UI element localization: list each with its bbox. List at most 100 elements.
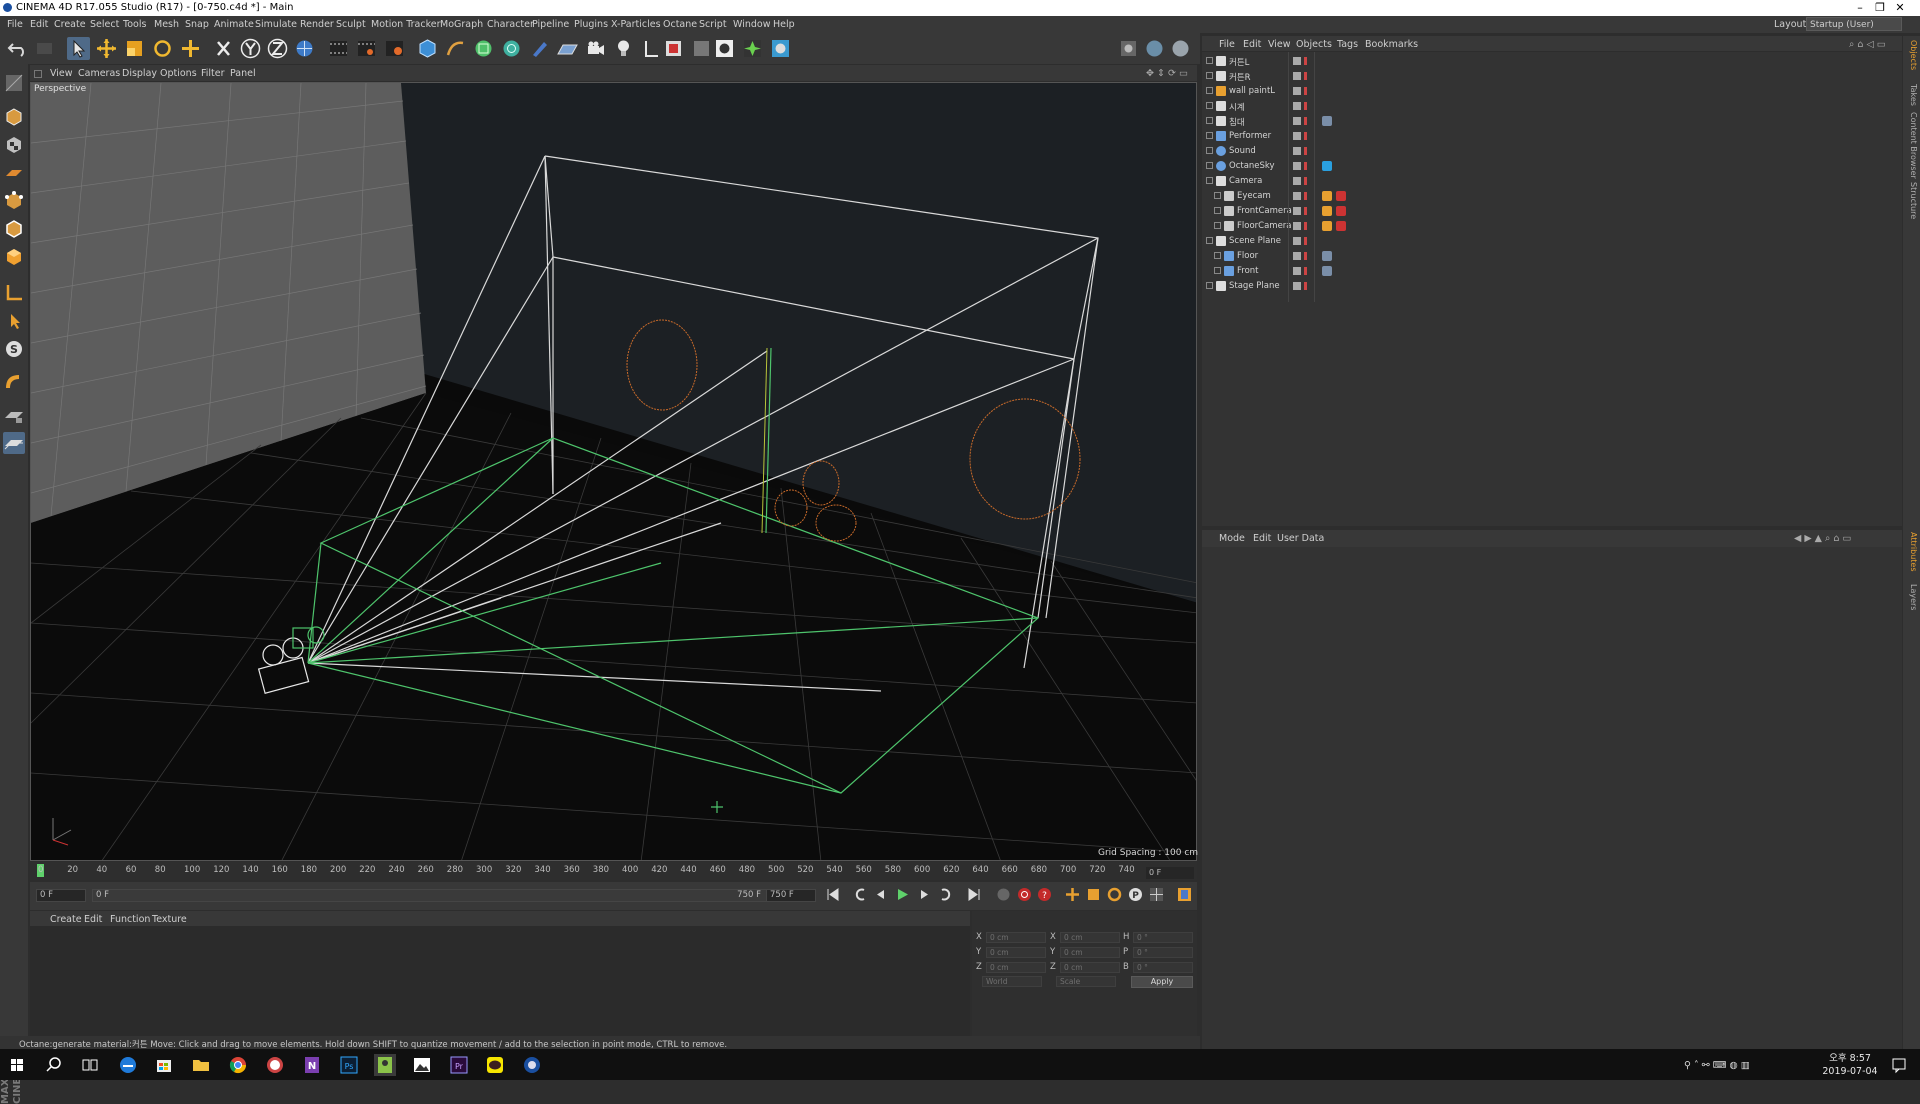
expand-toggle-icon[interactable] (1206, 57, 1213, 64)
visibility-dots-icon[interactable] (1304, 222, 1307, 230)
menu-x-particles[interactable]: X-Particles (611, 19, 661, 30)
object-row[interactable]: Camera (1202, 175, 1582, 188)
layer-toggle-icon[interactable] (1293, 162, 1301, 170)
om-menu-objects[interactable]: Objects (1296, 39, 1332, 50)
menu-octane[interactable]: Octane (663, 19, 697, 30)
key-position-icon[interactable] (1064, 886, 1081, 903)
workplane-mode-icon[interactable] (3, 162, 25, 184)
camera-icon[interactable] (584, 37, 607, 60)
expand-toggle-icon[interactable] (1206, 162, 1213, 169)
photos-icon[interactable] (411, 1054, 433, 1076)
tab-objects[interactable]: Objects (1905, 40, 1918, 70)
om-menu-file[interactable]: File (1219, 39, 1235, 50)
pos-x-field[interactable]: 0 cm (986, 932, 1046, 943)
expand-toggle-icon[interactable] (1206, 282, 1213, 289)
layer-toggle-icon[interactable] (1293, 237, 1301, 245)
visibility-dots-icon[interactable] (1304, 237, 1307, 245)
frame-range-slider[interactable]: 0 F 750 F (92, 889, 782, 902)
menu-pipeline[interactable]: Pipeline (532, 19, 569, 30)
photoshop-icon[interactable]: Ps (338, 1054, 360, 1076)
object-row[interactable]: Floor (1202, 250, 1582, 263)
next-frame-icon[interactable] (916, 886, 933, 903)
subdivision-surface-icon[interactable] (472, 37, 495, 60)
om-menu-tags[interactable]: Tags (1337, 39, 1358, 50)
attr-menu-user-data[interactable]: User Data (1277, 533, 1324, 544)
autokeying-icon[interactable]: ? (1036, 886, 1053, 903)
current-frame-field[interactable]: 0 F (1146, 867, 1194, 879)
key-rotation-icon[interactable] (1106, 886, 1123, 903)
y-axis-icon[interactable] (239, 37, 262, 60)
pos-z-field[interactable]: 0 cm (986, 962, 1046, 973)
motion-record-icon[interactable] (995, 886, 1012, 903)
octane-camera-icon[interactable] (640, 37, 663, 60)
layer-toggle-icon[interactable] (1293, 147, 1301, 155)
expand-toggle-icon[interactable] (1206, 237, 1213, 244)
protection-tag-icon[interactable] (1322, 206, 1332, 216)
expand-toggle-icon[interactable] (1206, 177, 1213, 184)
viewport-menu-view[interactable]: View (50, 68, 73, 79)
visibility-dots-icon[interactable] (1304, 162, 1307, 170)
coordinate-system-icon[interactable] (293, 37, 316, 60)
cinema4d-running-icon[interactable] (521, 1054, 543, 1076)
system-tray-icons[interactable]: ⚲ ˄ ⚯ ⌨ ◍ ▥ (1684, 1060, 1750, 1071)
object-row[interactable]: Front (1202, 265, 1582, 278)
polygons-mode-icon[interactable] (3, 246, 25, 268)
move-icon[interactable] (95, 37, 118, 60)
material-menu-texture[interactable]: Texture (152, 914, 187, 925)
menu-mesh[interactable]: Mesh (154, 19, 179, 30)
attr-nav-icons[interactable]: ◀ ▶ ▲ ⌕ ⌂ ▭ (1794, 533, 1851, 544)
layout-select[interactable]: Startup (User) (1806, 17, 1902, 31)
tab-takes[interactable]: Takes (1905, 84, 1918, 106)
octane-live-viewer-icon[interactable] (713, 37, 736, 60)
octane-camera-tag-icon[interactable] (1336, 206, 1346, 216)
size-mode-select[interactable]: Scale (1056, 976, 1116, 987)
tab-structure[interactable]: Structure (1905, 182, 1918, 219)
viewport-perspective[interactable] (30, 82, 1197, 861)
taskbar-clock[interactable]: 오후 8:57 2019-07-04 (1820, 1052, 1880, 1078)
render-settings-icon[interactable] (383, 37, 406, 60)
deformer-icon[interactable] (528, 37, 551, 60)
search-icon[interactable] (43, 1054, 65, 1076)
visibility-dots-icon[interactable] (1304, 132, 1307, 140)
menu-plugins[interactable]: Plugins (574, 19, 608, 30)
next-key-icon[interactable] (937, 886, 954, 903)
end-frame-field[interactable]: 750 F (766, 889, 816, 902)
object-row[interactable]: 침대 (1202, 115, 1582, 128)
object-row[interactable]: 커튼L (1202, 55, 1582, 68)
axis-mode-icon[interactable] (3, 282, 25, 304)
layer-toggle-icon[interactable] (1293, 192, 1301, 200)
previous-frame-icon[interactable] (872, 886, 889, 903)
material-menu-create[interactable]: Create (50, 914, 82, 925)
start-frame-field[interactable]: 0 F (36, 889, 86, 902)
menu-tools[interactable]: Tools (123, 19, 146, 30)
go-to-end-icon[interactable] (966, 886, 983, 903)
expand-toggle-icon[interactable] (1206, 102, 1213, 109)
object-row[interactable]: FrontCamera (1202, 205, 1582, 218)
octane-camera-tag-icon[interactable] (1336, 191, 1346, 201)
light-icon[interactable] (612, 37, 635, 60)
rot-h-field[interactable]: 0 ° (1133, 932, 1193, 943)
close-button[interactable]: ✕ (1880, 0, 1920, 16)
tab-content-browser[interactable]: Content Browser (1905, 112, 1918, 179)
viewport-menu-filter[interactable]: Filter (201, 68, 225, 79)
coordinate-mode-select[interactable]: World (982, 976, 1042, 987)
visibility-dots-icon[interactable] (1304, 57, 1307, 65)
object-row[interactable]: Eyecam (1202, 190, 1582, 203)
material-tag-icon[interactable] (1322, 266, 1332, 276)
viewport-menu-display[interactable]: Display (122, 68, 157, 79)
timeline-ruler[interactable]: 0 20 40 60 80 100 120 140 160 180 200 220 240 260 280 3… (30, 862, 1197, 880)
attr-menu-edit[interactable]: Edit (1253, 533, 1271, 544)
key-parameter-icon[interactable]: P (1127, 886, 1144, 903)
tweak-mode-icon[interactable] (3, 310, 25, 332)
layer-toggle-icon[interactable] (1293, 132, 1301, 140)
object-row[interactable]: wall paintL (1202, 85, 1582, 98)
attr-menu-mode[interactable]: Mode (1219, 533, 1245, 544)
size-z-field[interactable]: 0 cm (1060, 962, 1120, 973)
visibility-dots-icon[interactable] (1304, 267, 1307, 275)
visibility-dots-icon[interactable] (1304, 102, 1307, 110)
render-to-picture-viewer-icon[interactable] (355, 37, 378, 60)
expand-toggle-icon[interactable] (1214, 222, 1221, 229)
cloner-icon[interactable] (500, 37, 523, 60)
z-axis-icon[interactable] (266, 37, 289, 60)
layer-toggle-icon[interactable] (1293, 117, 1301, 125)
